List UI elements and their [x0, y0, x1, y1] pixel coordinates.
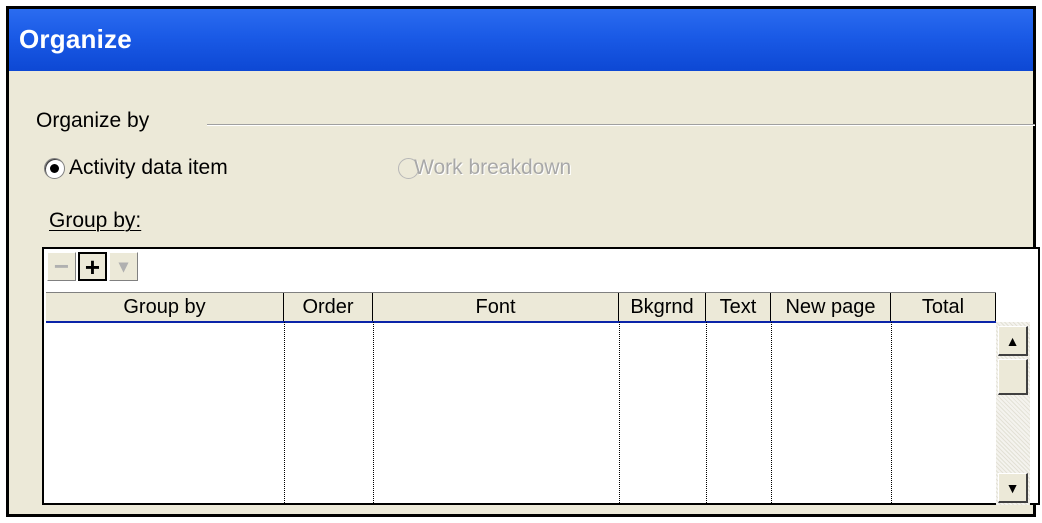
column-separator: [284, 322, 285, 505]
organize-by-divider: [207, 124, 1035, 126]
column-header-new-page[interactable]: New page: [771, 293, 891, 321]
organize-by-label: Organize by: [36, 109, 150, 132]
work-breakdown-label[interactable]: Work breakdown: [414, 156, 571, 180]
dropdown-arrow-button[interactable]: ▾: [109, 252, 138, 281]
group-by-label: Group by:: [49, 209, 142, 232]
scroll-thumb[interactable]: [998, 359, 1028, 395]
organize-dialog: Organize Organize by Activity data item …: [6, 6, 1040, 517]
vertical-scrollbar[interactable]: ▲ ▼: [996, 322, 1030, 505]
column-header-font[interactable]: Font: [373, 293, 619, 321]
column-separator: [891, 322, 892, 505]
window-title: Organize: [19, 24, 132, 54]
grid-toolbar: − + ▾: [46, 251, 166, 283]
column-header-order[interactable]: Order: [284, 293, 373, 321]
grid-header: Group by Order Font Bkgrnd Text New page…: [46, 292, 996, 323]
column-header-group-by[interactable]: Group by: [46, 293, 284, 321]
column-header-text[interactable]: Text: [706, 293, 771, 321]
scroll-down-button[interactable]: ▼: [998, 473, 1028, 503]
activity-data-item-radio[interactable]: [44, 158, 65, 179]
column-header-total[interactable]: Total: [891, 293, 996, 321]
column-header-bkgrnd[interactable]: Bkgrnd: [619, 293, 706, 321]
column-separator: [619, 322, 620, 505]
column-separator: [706, 322, 707, 505]
title-bar: Organize: [9, 9, 1033, 71]
group-by-grid: − + ▾ Group by Order Font Bkgrnd Text Ne…: [42, 247, 1040, 505]
add-row-button[interactable]: +: [78, 252, 107, 281]
radio-selected-dot: [50, 164, 59, 173]
scroll-up-button[interactable]: ▲: [998, 326, 1028, 356]
column-separator: [373, 322, 374, 505]
column-separator: [771, 322, 772, 505]
remove-row-button[interactable]: −: [47, 252, 76, 281]
activity-data-item-label[interactable]: Activity data item: [69, 156, 228, 180]
